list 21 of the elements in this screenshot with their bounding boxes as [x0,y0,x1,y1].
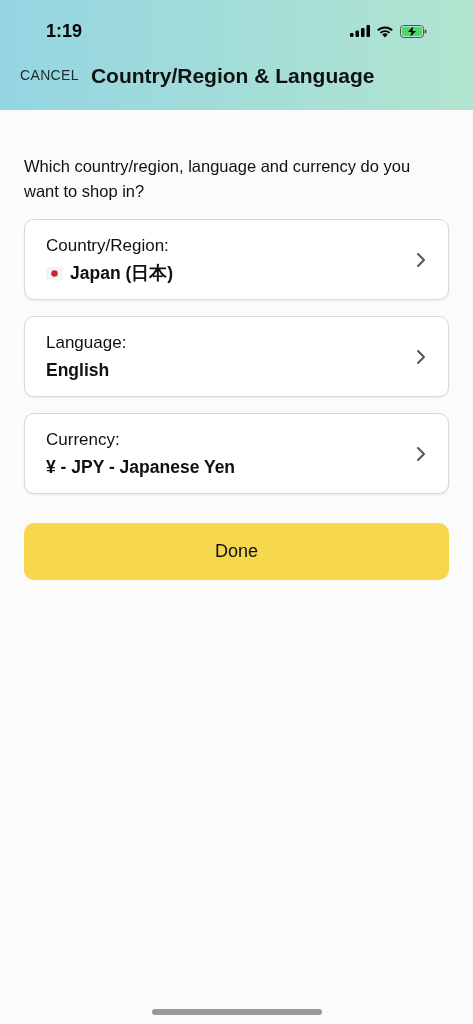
cancel-button[interactable]: CANCEL [20,65,79,87]
option-row[interactable]: Currency: ¥ - JPY - Japanese Yen [24,413,449,494]
option-label: Language: [46,331,127,354]
option-row[interactable]: Country/Region: Japan (日本) [24,219,449,300]
question-text: Which country/region, language and currency do you want to shop in? [24,156,412,202]
option-value: Japan (日本) [70,262,174,286]
chevron-right-icon [416,445,426,462]
flag-icon [46,266,63,280]
done-button[interactable]: Done [24,523,449,580]
wifi-icon [376,24,394,38]
signal-icon [350,25,370,37]
battery-charging-icon [400,24,427,38]
chevron-right-icon [416,348,426,365]
page-title: Country/Region & Language [90,63,375,89]
chevron-right-icon [416,251,426,268]
option-label: Country/Region: [46,234,170,257]
option-value: English [46,359,110,383]
status-time: 1:19 [46,19,83,43]
option-label: Currency: [46,428,121,451]
option-value: ¥ - JPY - Japanese Yen [46,456,236,480]
option-row[interactable]: Language: English [24,316,449,397]
